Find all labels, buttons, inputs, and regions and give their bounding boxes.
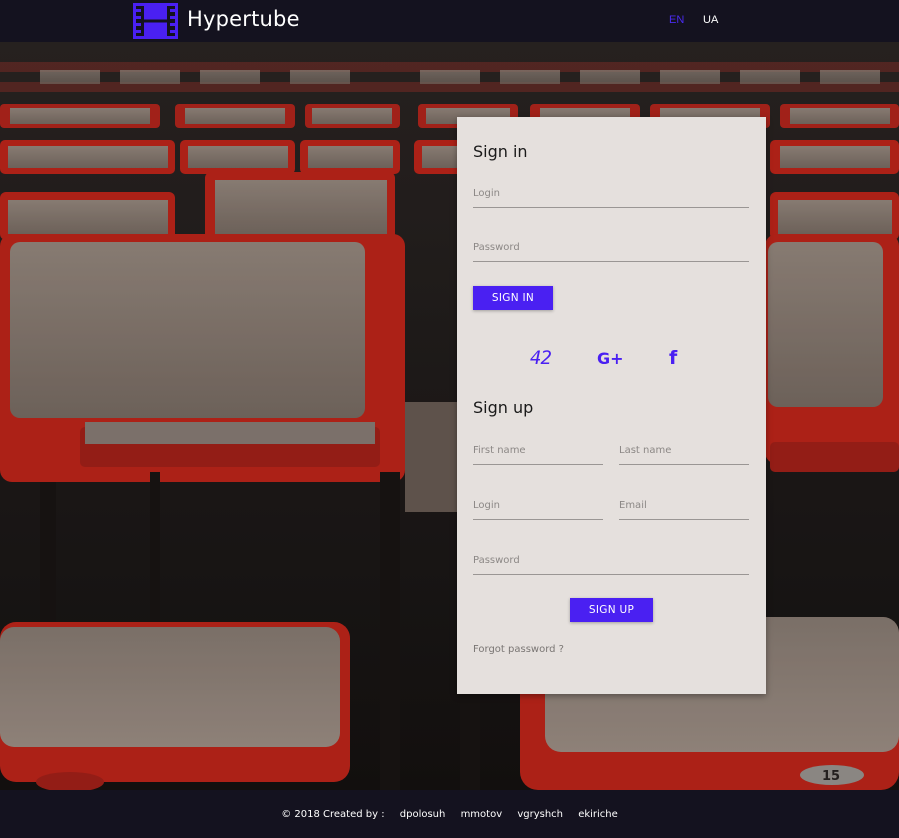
sign-up-button[interactable]: SIGN UP — [570, 598, 653, 622]
signup-first-name-field[interactable]: First name — [473, 437, 603, 465]
signup-login-field[interactable]: Login — [473, 492, 603, 520]
signin-password-label: Password — [473, 242, 520, 253]
signup-email-field[interactable]: Email — [619, 492, 749, 520]
google-plus-icon[interactable]: G+ — [597, 346, 625, 370]
forgot-password-link[interactable]: Forgot password ? — [473, 644, 564, 655]
signup-title: Sign up — [473, 398, 534, 417]
signin-login-field[interactable]: Login — [473, 180, 749, 208]
footer-author[interactable]: dpolosuh — [400, 809, 446, 820]
footer-author[interactable]: vgryshch — [517, 809, 563, 820]
footer: © 2018 Created by : dpolosuh mmotov vgry… — [0, 790, 899, 838]
last-name-label: Last name — [619, 445, 672, 456]
language-en-link[interactable]: EN — [669, 14, 684, 26]
signup-password-label: Password — [473, 555, 520, 566]
footer-credits: © 2018 Created by : dpolosuh mmotov vgry… — [0, 809, 899, 820]
signup-password-field[interactable]: Password — [473, 547, 749, 575]
google-plus-label: G+ — [597, 349, 624, 368]
facebook-icon[interactable]: f — [669, 346, 685, 370]
signin-password-field[interactable]: Password — [473, 234, 749, 262]
facebook-label: f — [669, 347, 678, 369]
top-navbar: Hypertube EN UA — [0, 0, 899, 42]
language-ua-link[interactable]: UA — [703, 14, 718, 26]
first-name-label: First name — [473, 445, 526, 456]
footer-prefix: © 2018 Created by : — [281, 809, 385, 820]
signin-title: Sign in — [473, 142, 528, 161]
signin-login-label: Login — [473, 188, 500, 199]
signup-last-name-field[interactable]: Last name — [619, 437, 749, 465]
footer-author[interactable]: ekiriche — [578, 809, 618, 820]
fortytwo-label: 42 — [530, 347, 552, 369]
auth-card: Sign in Login Password SIGN IN 42 G+ f S… — [457, 117, 766, 694]
brand-title[interactable]: Hypertube — [187, 7, 300, 31]
signup-login-label: Login — [473, 500, 500, 511]
film-strip-icon[interactable] — [133, 3, 178, 39]
footer-author[interactable]: mmotov — [461, 809, 503, 820]
sign-in-button[interactable]: SIGN IN — [473, 286, 553, 310]
email-label: Email — [619, 500, 647, 511]
fortytwo-auth-icon[interactable]: 42 — [530, 346, 564, 370]
